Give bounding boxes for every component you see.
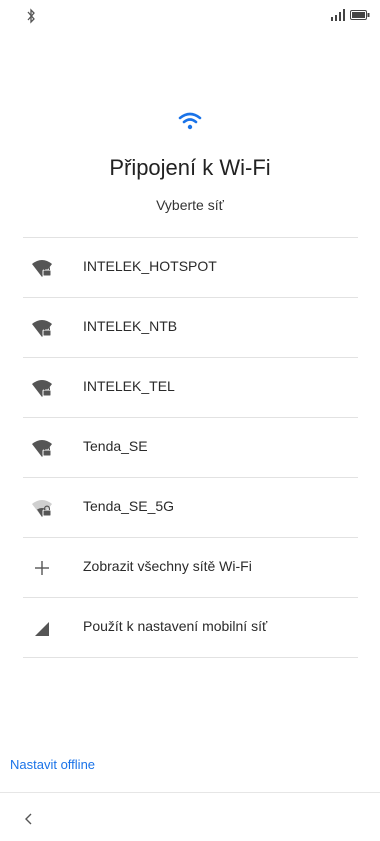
wifi-lock-icon [32,260,52,277]
network-row-intelek-tel[interactable]: INTELEK_TEL [23,357,358,417]
wifi-lock-icon [32,320,52,337]
wifi-lock-icon [32,380,52,397]
plus-icon [35,561,49,575]
use-mobile-network-label: Použít k nastavení mobilní síť [83,618,268,634]
show-all-networks-row[interactable]: Zobrazit všechny sítě Wi-Fi [23,537,358,597]
wifi-icon [178,112,202,130]
network-row-intelek-ntb[interactable]: INTELEK_NTB [23,297,358,357]
back-chevron-icon[interactable] [24,812,34,826]
bottom-divider [0,792,380,793]
network-row-tenda-se[interactable]: Tenda_SE [23,417,358,477]
wifi-lock-icon [32,440,52,457]
network-label: Tenda_SE_5G [83,498,175,514]
page-subtitle: Vyberte síť [156,197,224,213]
network-row-tenda-se-5g[interactable]: Tenda_SE_5G [23,477,358,537]
network-label: INTELEK_NTB [83,318,178,334]
network-label: INTELEK_TEL [83,378,175,394]
network-list: INTELEK_HOTSPOT INTELEK_NTB INTELEK_TEL [23,237,358,658]
show-all-networks-label: Zobrazit všechny sítě Wi-Fi [83,558,252,574]
network-row-intelek-hotspot[interactable]: INTELEK_HOTSPOT [23,237,358,297]
battery-icon [350,10,370,20]
network-label: Tenda_SE [83,438,148,454]
network-label: INTELEK_HOTSPOT [83,258,217,274]
signal-icon [331,9,345,21]
wifi-lock-weak-icon [32,500,52,517]
use-mobile-network-row[interactable]: Použít k nastavení mobilní síť [23,597,358,658]
cellular-signal-icon [35,622,49,636]
bluetooth-icon [27,8,35,24]
status-bar [0,0,380,30]
page-title: Připojení k Wi-Fi [109,155,271,180]
setup-offline-link[interactable]: Nastavit offline [10,757,95,772]
wifi-setup-screen: Připojení k Wi-Fi Vyberte síť INTELEK_HO… [0,0,380,841]
